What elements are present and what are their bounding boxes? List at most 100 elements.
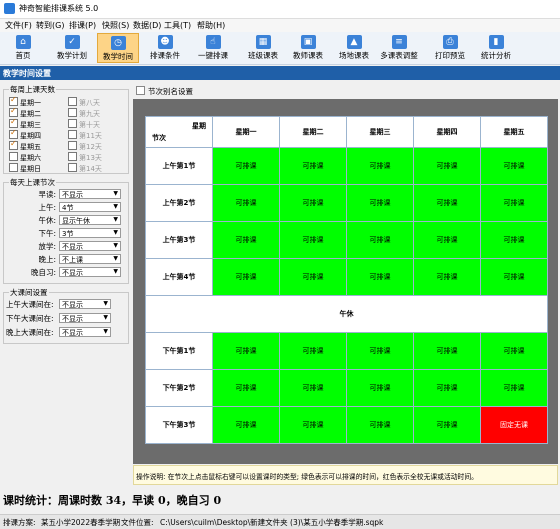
period-cell[interactable]: 可排课 [279,258,347,296]
menu-help[interactable]: 帮助(H) [197,20,225,31]
day-header: 星期五 [480,116,548,148]
morning-reading-select[interactable]: 不显示 ▼ [59,189,121,199]
period-cell[interactable]: 可排课 [212,258,280,296]
period-cell[interactable]: 可排课 [413,147,481,185]
menu-schedule[interactable]: 排课(P) [69,20,96,31]
period-cell[interactable]: 可排课 [413,258,481,296]
calendar-grid-icon: ▦ [255,35,271,49]
day-checkbox-8[interactable]: 第八天 [68,97,100,108]
menu-snapshot[interactable]: 快照(S) [102,20,129,31]
table-row: 上午第1节 可排课 可排课 可排课 可排课 可排课 [145,147,548,185]
file-label: 文件位置: [121,518,154,527]
day-checkbox-14[interactable]: 第14天 [68,163,102,174]
period-cell[interactable]: 可排课 [346,332,414,370]
period-header[interactable]: 上午第4节 [145,258,213,296]
period-header[interactable]: 上午第1节 [145,147,213,185]
afternoon-break-select[interactable]: 不显示 ▼ [59,313,111,323]
period-cell[interactable]: 可排课 [279,147,347,185]
period-cell[interactable]: 可排课 [212,406,280,444]
period-cell[interactable]: 可排课 [212,332,280,370]
plan-value: 某五小学2022春季学期 [41,518,121,527]
evening-break-select[interactable]: 不显示 ▼ [59,327,111,337]
window-title: 神奇智能排课系统 5.0 [19,4,99,13]
file-path: C:\Users\cuilm\Desktop\新建文件夹 (3)\某五小学春季学… [160,518,384,527]
period-cell[interactable]: 可排课 [346,147,414,185]
period-cell[interactable]: 可排课 [413,406,481,444]
morning-break-select[interactable]: 不显示 ▼ [59,299,111,309]
period-cell[interactable]: 可排课 [212,369,280,407]
period-cell[interactable]: 可排课 [480,258,548,296]
toolbar-teacher-timetable-button[interactable]: ▣ 教师课表 [288,33,328,63]
instructions-bar: 操作说明: 在节次上点击鼠标右键可以设置课时的类型; 绿色表示可以排课的时间，红… [133,465,558,485]
period-cell[interactable]: 可排课 [279,369,347,407]
period-cell[interactable]: 可排课 [279,406,347,444]
self-study-select[interactable]: 不显示 ▼ [59,267,121,277]
chevron-down-icon: ▼ [113,255,118,262]
period-cell-blocked[interactable]: 固定无课 [480,406,548,444]
menu-goto[interactable]: 转到(G) [36,20,64,31]
period-cell[interactable]: 可排课 [346,184,414,222]
period-header[interactable]: 上午第3节 [145,221,213,259]
period-cell[interactable]: 可排课 [212,147,280,185]
period-header[interactable]: 下午第3节 [145,406,213,444]
menu-tools[interactable]: 工具(T) [164,20,191,31]
toolbar-print-preview-button[interactable]: ⎙ 打印预览 [430,33,470,63]
day-checkbox-fri[interactable]: 星期五 [9,139,41,152]
evening-select[interactable]: 不上课 ▼ [59,254,121,264]
toolbar-statistics-button[interactable]: ▮ 统计分析 [476,33,516,63]
menu-data[interactable]: 数据(D) [133,20,161,31]
period-cell[interactable]: 可排课 [346,406,414,444]
clipboard-check-icon: ✓ [64,35,80,49]
day-checkbox-13[interactable]: 第13天 [68,152,102,163]
day-checkbox-10[interactable]: 第十天 [68,119,100,130]
period-cell[interactable]: 可排课 [212,221,280,259]
noon-select[interactable]: 显示午休 ▼ [59,215,121,225]
period-cell[interactable]: 可排课 [212,184,280,222]
chevron-down-icon: ▼ [113,268,118,275]
break-row-morning: 上午大课间在: 不显示 ▼ [4,299,128,311]
period-cell[interactable]: 可排课 [480,147,548,185]
day-checkbox-sun[interactable]: 星期日 [9,163,41,174]
period-cell[interactable]: 可排课 [346,258,414,296]
chevron-down-icon: ▼ [113,216,118,223]
period-cell[interactable]: 可排课 [279,184,347,222]
day-header: 星期二 [279,116,347,148]
period-cell[interactable]: 可排课 [480,184,548,222]
period-cell[interactable]: 可排课 [480,369,548,407]
toolbar-conditions-button[interactable]: ☻ 排课条件 [145,33,185,63]
toolbar-venue-timetable-button[interactable]: ▲ 场地课表 [334,33,374,63]
afternoon-periods-select[interactable]: 3节 ▼ [59,228,121,238]
period-cell[interactable]: 可排课 [413,332,481,370]
morning-periods-select[interactable]: 4节 ▼ [59,202,121,212]
period-cell[interactable]: 可排课 [413,221,481,259]
day-checkbox-11[interactable]: 第11天 [68,130,102,141]
period-header[interactable]: 上午第2节 [145,184,213,222]
toolbar-multi-adjust-button[interactable]: ≡ 多课表调整 [379,33,419,63]
period-cell[interactable]: 可排课 [413,184,481,222]
period-cell[interactable]: 可排课 [413,369,481,407]
day-checkbox-sat[interactable]: 星期六 [9,152,41,163]
lesson-stats: 课时统计：周课时数 34，早读 0，晚自习 0 [3,494,222,507]
toolbar-class-timetable-button[interactable]: ▦ 班级课表 [243,33,283,63]
menu-file[interactable]: 文件(F) [5,20,32,31]
chevron-down-icon: ▼ [103,314,108,321]
period-cell[interactable]: 可排课 [279,221,347,259]
dismissal-select[interactable]: 不显示 ▼ [59,241,121,251]
period-cell[interactable]: 可排课 [480,221,548,259]
toolbar-auto-schedule-button[interactable]: ☝ 一键排课 [193,33,233,63]
day-checkbox-9[interactable]: 第九天 [68,108,100,119]
period-header[interactable]: 下午第1节 [145,332,213,370]
period-header[interactable]: 下午第2节 [145,369,213,407]
menu-bar: 文件(F) 转到(G) 排课(P) 快照(S) 数据(D) 工具(T) 帮助(H… [0,19,560,32]
period-cell[interactable]: 可排课 [480,332,548,370]
period-cell[interactable]: 可排课 [346,221,414,259]
adjust-document-icon: ≡ [391,35,407,49]
period-alias-button[interactable]: 节次别名设置 [136,86,193,97]
period-cell[interactable]: 可排课 [279,332,347,370]
toolbar-home-button[interactable]: ⌂ 首页 [6,33,40,63]
toolbar-teaching-plan-button[interactable]: ✓ 教学计划 [52,33,92,63]
toolbar-teaching-time-button[interactable]: ◷ 教学时间 [97,33,139,63]
period-cell[interactable]: 可排课 [346,369,414,407]
timetable-grid: 星期 节次 星期一 星期二 星期三 星期四 星期五 上午第1节 可排课 可排课 可… [145,116,548,444]
day-checkbox-12[interactable]: 第12天 [68,141,102,152]
